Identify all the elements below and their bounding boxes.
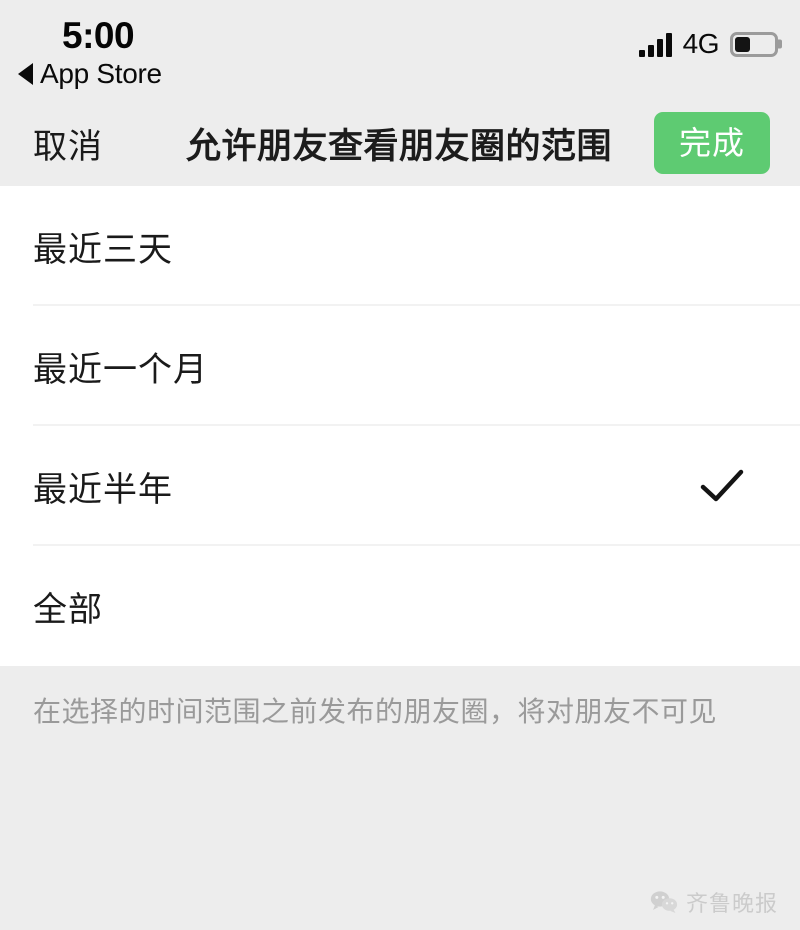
phone-screen: 5:00 App Store 4G 取消 允许朋友查看朋友圈的范围 完成 最近三… (0, 0, 800, 930)
option-label: 全部 (33, 590, 103, 629)
done-button[interactable]: 完成 (653, 111, 770, 175)
option-row[interactable]: 最近半年 (0, 426, 800, 546)
network-type-label: 4G (682, 28, 720, 59)
option-label: 最近三天 (33, 230, 173, 269)
option-row[interactable]: 全部 (0, 546, 800, 666)
navigation-bar: 取消 允许朋友查看朋友圈的范围 完成 (0, 100, 800, 186)
back-to-app-store[interactable]: App Store (18, 58, 162, 90)
status-bar-indicators: 4G (638, 28, 782, 60)
cancel-button[interactable]: 取消 (33, 119, 103, 168)
option-label: 最近半年 (33, 470, 173, 509)
battery-cap-icon (778, 39, 782, 49)
status-time: 5:00 (62, 15, 135, 56)
page-title: 允许朋友查看朋友圈的范围 (186, 126, 613, 166)
status-bar: 5:00 App Store 4G (0, 0, 800, 100)
triangle-left-icon (18, 63, 33, 85)
back-label: App Store (40, 58, 162, 89)
option-row[interactable]: 最近三天 (0, 186, 800, 306)
visibility-range-options: 最近三天最近一个月最近半年全部 (0, 186, 800, 666)
watermark: 齐鲁晚报 (650, 886, 778, 918)
checkmark-icon (700, 469, 744, 502)
watermark-text: 齐鲁晚报 (685, 891, 778, 916)
footer-area: 在选择的时间范围之前发布的朋友圈，将对朋友不可见 齐鲁晚报 (0, 666, 800, 930)
option-row[interactable]: 最近一个月 (0, 306, 800, 426)
option-label: 最近一个月 (33, 350, 208, 389)
battery-icon (730, 31, 782, 57)
wechat-bubbles-icon (650, 891, 678, 913)
signal-bars-icon (638, 31, 672, 57)
footer-note: 在选择的时间范围之前发布的朋友圈，将对朋友不可见 (33, 696, 718, 727)
